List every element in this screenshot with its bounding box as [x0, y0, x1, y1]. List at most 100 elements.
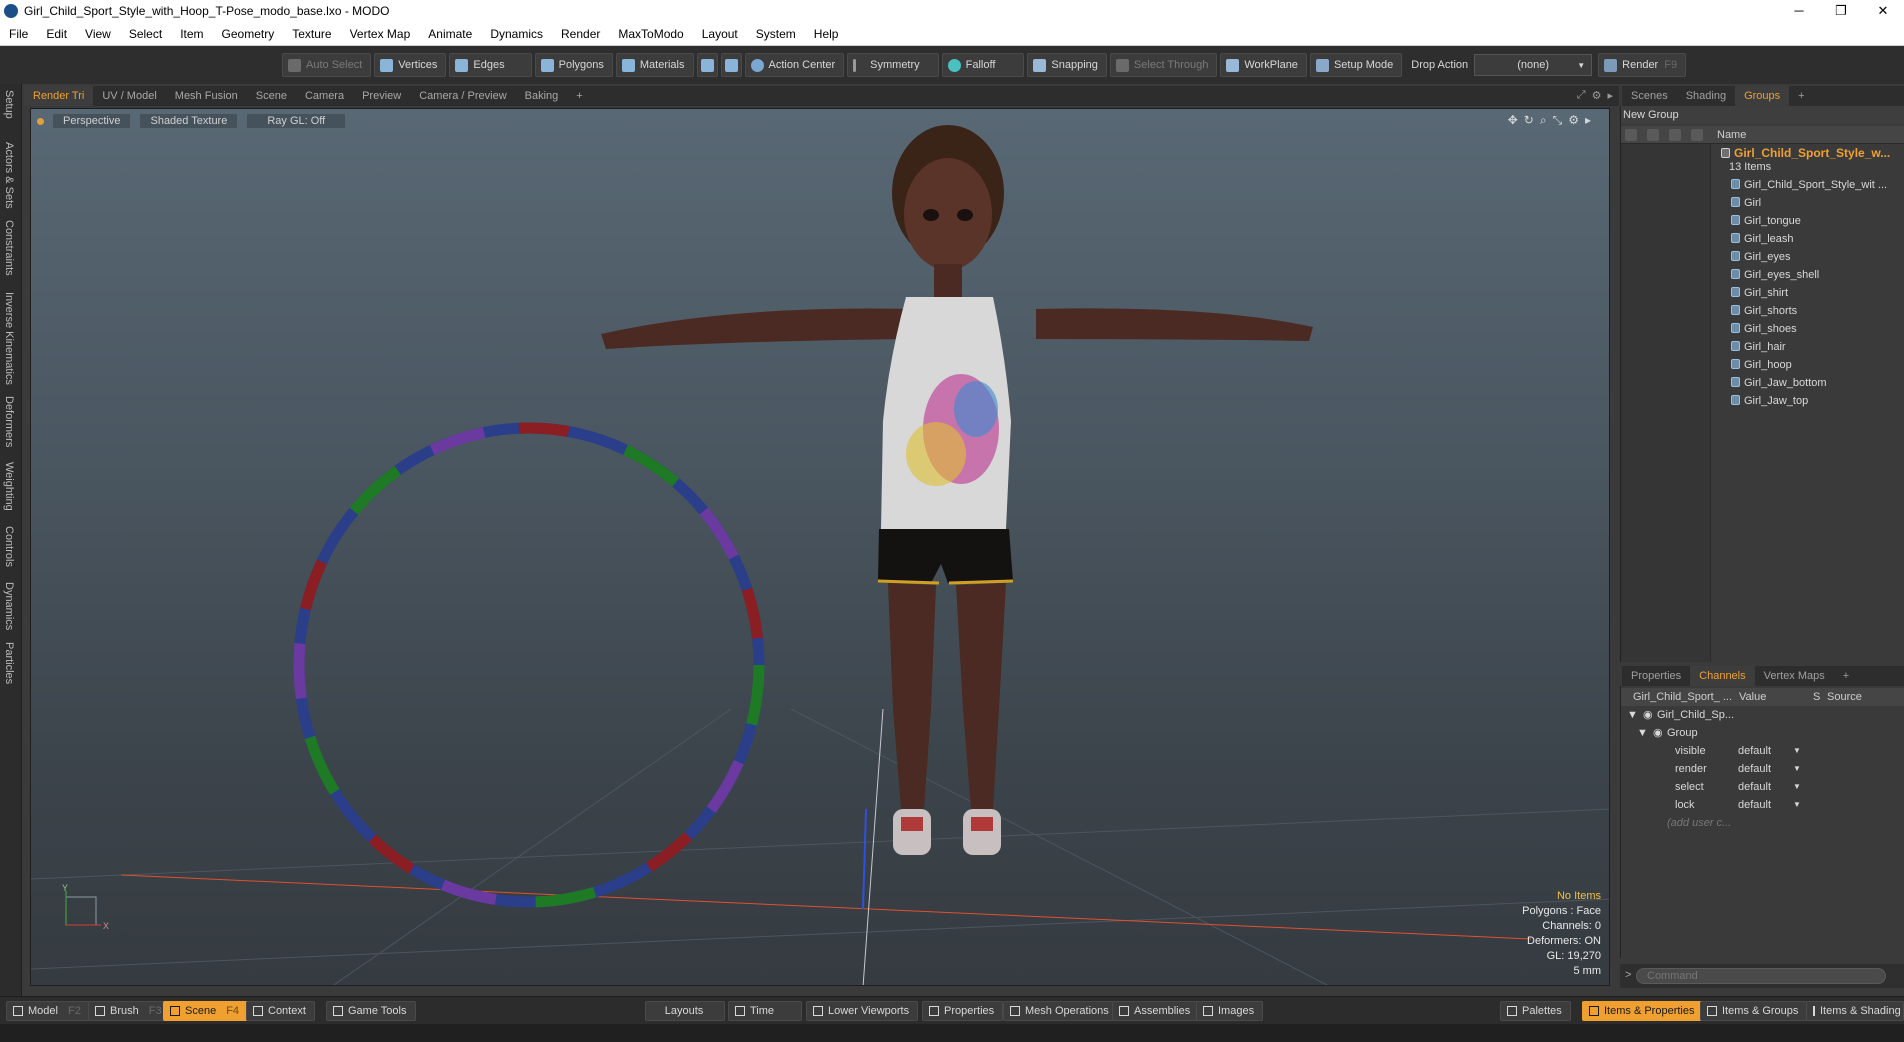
zoom-view-icon[interactable]: ⌕ [1540, 113, 1547, 128]
vtab-weighting[interactable]: Weighting [3, 462, 15, 511]
vtab-deformers[interactable]: Deformers [3, 396, 15, 447]
tab-groups[interactable]: Groups [1735, 86, 1790, 106]
channel-row-lock[interactable]: lock default ▼ [1621, 796, 1904, 814]
list-item[interactable]: Girl_Jaw_bottom [1711, 374, 1904, 392]
vtab-particles[interactable]: Particles [3, 642, 15, 684]
new-group-button[interactable]: New Group [1621, 106, 1904, 124]
close-button[interactable]: ✕ [1862, 0, 1904, 22]
menu-edit[interactable]: Edit [37, 27, 76, 41]
eye-col-icon[interactable] [1625, 129, 1637, 141]
add-tab-button[interactable]: + [567, 86, 591, 106]
menu-render[interactable]: Render [552, 27, 609, 41]
list-item[interactable]: Girl_Child_Sport_Style_wit ... [1711, 176, 1904, 194]
select-mode-button-2[interactable] [720, 53, 742, 77]
tab-shading[interactable]: Shading [1677, 86, 1735, 106]
images-button[interactable]: Images [1196, 1001, 1264, 1021]
shading-mode-button[interactable]: Shaded Texture [139, 113, 239, 129]
menu-select[interactable]: Select [120, 27, 171, 41]
select-through-button[interactable]: Select Through [1109, 53, 1218, 77]
channel-row-visible[interactable]: visible default ▼ [1621, 742, 1904, 760]
menu-animate[interactable]: Animate [419, 27, 481, 41]
brush-layout-button[interactable]: Brush F3 [88, 1001, 171, 1021]
materials-button[interactable]: Materials [615, 53, 694, 77]
tab-scene[interactable]: Scene [247, 86, 296, 106]
channel-group-row[interactable]: ▼ ◉ Group [1621, 724, 1904, 742]
vtab-setup[interactable]: Setup [3, 90, 15, 119]
menu-maxtomodo[interactable]: MaxToModo [609, 27, 692, 41]
setup-mode-button[interactable]: Setup Mode [1309, 53, 1403, 77]
assemblies-button[interactable]: Assemblies [1112, 1001, 1200, 1021]
action-center-button[interactable]: Action Center [744, 53, 845, 77]
channel-row-select[interactable]: select default ▼ [1621, 778, 1904, 796]
tab-vertex-maps[interactable]: Vertex Maps [1755, 666, 1834, 686]
tab-baking[interactable]: Baking [516, 86, 568, 106]
menu-geometry[interactable]: Geometry [213, 27, 284, 41]
list-item[interactable]: Girl_leash [1711, 230, 1904, 248]
list-item[interactable]: Girl_shorts [1711, 302, 1904, 320]
lower-viewports-button[interactable]: Lower Viewports [806, 1001, 919, 1021]
minimize-button[interactable]: ─ [1778, 0, 1820, 22]
view-type-button[interactable]: Perspective [52, 113, 132, 129]
snapping-button[interactable]: Snapping [1027, 53, 1107, 77]
workplane-button[interactable]: WorkPlane [1220, 53, 1307, 77]
list-item[interactable]: Girl_hoop [1711, 356, 1904, 374]
items-shading-button[interactable]: Items & Shading [1806, 1001, 1904, 1021]
auto-select-button[interactable]: Auto Select [282, 53, 372, 77]
mesh-operations-button[interactable]: Mesh Operations [1003, 1001, 1118, 1021]
menu-layout[interactable]: Layout [693, 27, 747, 41]
tab-preview[interactable]: Preview [353, 86, 410, 106]
maximize-icon[interactable]: ⤢ [1577, 89, 1586, 102]
polygons-button[interactable]: Polygons [534, 53, 613, 77]
edges-button[interactable]: Edges [449, 53, 532, 77]
menu-item[interactable]: Item [171, 27, 212, 41]
restore-button[interactable]: ❐ [1820, 0, 1862, 22]
menu-view[interactable]: View [76, 27, 120, 41]
menu-texture[interactable]: Texture [283, 27, 340, 41]
vtab-controls[interactable]: Controls [3, 526, 15, 567]
select-mode-button-1[interactable] [696, 53, 718, 77]
channel-value[interactable]: default [1736, 761, 1800, 777]
vertices-button[interactable]: Vertices [374, 53, 447, 77]
tab-channels[interactable]: Channels [1690, 666, 1755, 686]
fit-view-icon[interactable]: ⤡ [1553, 113, 1563, 128]
channel-root-row[interactable]: ▼ ◉ Girl_Child_Sp... [1621, 706, 1904, 724]
collapse-icon[interactable]: ▼ [1637, 724, 1648, 742]
items-groups-button[interactable]: Items & Groups [1700, 1001, 1808, 1021]
add-panel-tab-button[interactable]: + [1789, 86, 1813, 106]
vtab-actors-sets[interactable]: Actors & Sets [3, 142, 15, 209]
list-item[interactable]: Girl_Jaw_top [1711, 392, 1904, 410]
time-button[interactable]: Time [728, 1001, 802, 1021]
layouts-button[interactable]: Layouts [645, 1001, 725, 1021]
vtab-constraints[interactable]: Constraints [3, 220, 15, 276]
list-item[interactable]: Girl_hair [1711, 338, 1904, 356]
move-view-icon[interactable]: ✥ [1508, 113, 1518, 128]
list-item[interactable]: Girl [1711, 194, 1904, 212]
vtab-dynamics[interactable]: Dynamics [3, 582, 15, 630]
game-tools-layout-button[interactable]: Game Tools [326, 1001, 416, 1021]
tab-uv-model[interactable]: UV / Model [93, 86, 165, 106]
tab-camera[interactable]: Camera [296, 86, 353, 106]
channel-value[interactable]: default [1736, 797, 1800, 813]
add-user-channel-row[interactable]: (add user c... [1621, 814, 1904, 832]
menu-help[interactable]: Help [805, 27, 848, 41]
menu-dynamics[interactable]: Dynamics [481, 27, 552, 41]
model-layout-button[interactable]: Model F2 [6, 1001, 90, 1021]
gear-icon[interactable]: ⚙ [1592, 89, 1602, 102]
vtab-inverse-kinematics[interactable]: Inverse Kinematics [3, 292, 15, 385]
add-lower-tab-button[interactable]: + [1834, 666, 1858, 686]
context-layout-button[interactable]: Context [246, 1001, 315, 1021]
render-col-icon[interactable] [1647, 129, 1659, 141]
render-button[interactable]: Render F9 [1598, 53, 1687, 77]
scene-layout-button[interactable]: Scene F4 [163, 1001, 249, 1021]
viewport-gear-icon[interactable]: ⚙ [1568, 113, 1579, 128]
rotate-view-icon[interactable]: ↻ [1524, 113, 1534, 128]
select-col-icon[interactable] [1691, 129, 1703, 141]
channel-row-render[interactable]: render default ▼ [1621, 760, 1904, 778]
raygl-button[interactable]: Ray GL: Off [246, 113, 347, 129]
list-item[interactable]: Girl_eyes [1711, 248, 1904, 266]
items-properties-button[interactable]: Items & Properties [1582, 1001, 1704, 1021]
palettes-button[interactable]: Palettes [1500, 1001, 1571, 1021]
3d-viewport[interactable]: Y X Perspective Shaded Texture Ray GL: O… [30, 108, 1610, 986]
chevron-down-icon[interactable]: ▼ [1793, 778, 1801, 796]
chevron-down-icon[interactable]: ▼ [1793, 796, 1801, 814]
